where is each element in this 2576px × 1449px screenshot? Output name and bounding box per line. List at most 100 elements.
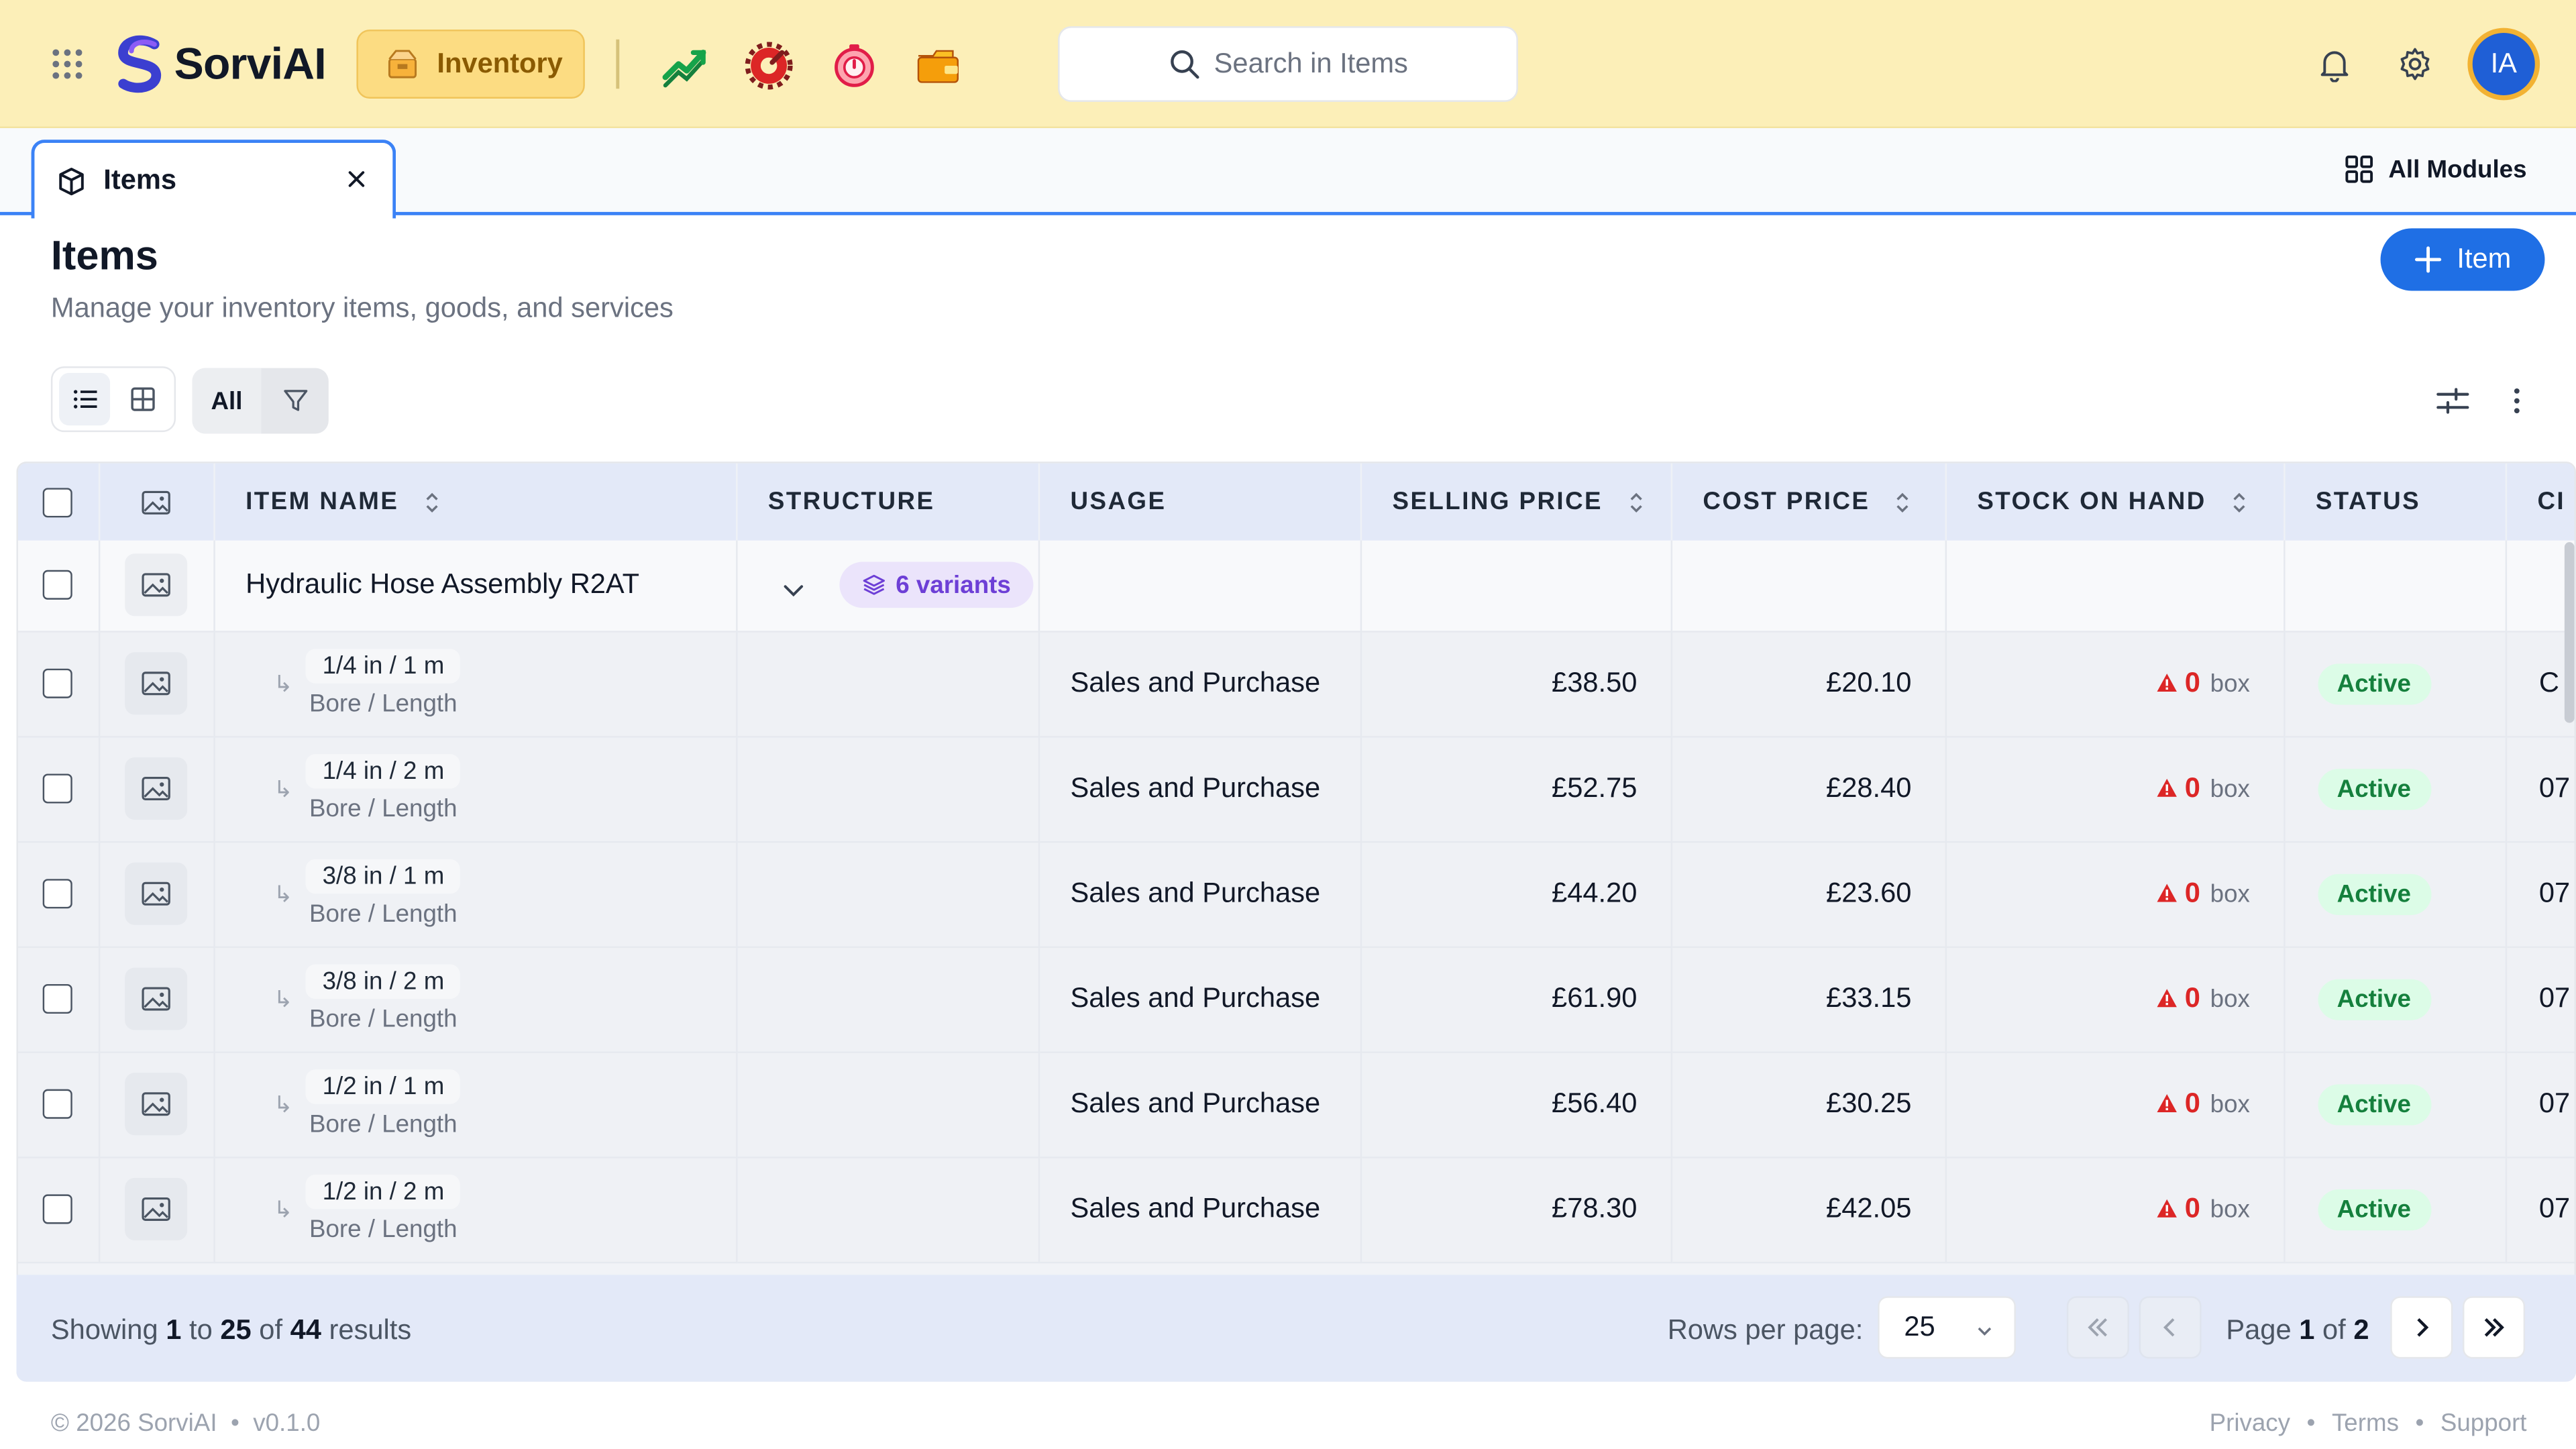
tab-items[interactable]: Items bbox=[31, 140, 396, 219]
search-box[interactable]: Search in Items bbox=[1058, 26, 1518, 102]
variant-cell[interactable]: ↳ 1/2 in / 1 m Bore / Length bbox=[213, 1051, 737, 1158]
service-gear-icon[interactable] bbox=[744, 41, 793, 90]
footer-link-privacy[interactable]: Privacy bbox=[2210, 1409, 2290, 1438]
stock-unit: box bbox=[2210, 775, 2250, 804]
row-checkbox[interactable] bbox=[43, 570, 73, 600]
column-item-name[interactable]: ITEM NAME bbox=[213, 463, 737, 541]
sort-icon[interactable] bbox=[1627, 490, 1644, 516]
list-icon bbox=[72, 390, 97, 409]
notification-bell-icon[interactable] bbox=[2316, 46, 2353, 83]
stock-cell: 0 box bbox=[1945, 946, 2285, 1053]
row-checkbox[interactable] bbox=[43, 983, 73, 1014]
table-row-variant[interactable]: ↳ 1/2 in / 1 m Bore / Length Sales and Purc… bbox=[17, 1051, 2575, 1158]
table-row-variant[interactable]: ↳ 1/2 in / 2 m Bore / Length Sales and Purc… bbox=[17, 1157, 2575, 1263]
table-row-parent[interactable]: Hydraulic Hose Assembly R2AT 6 variants bbox=[17, 540, 2575, 632]
variant-cell[interactable]: ↳ 1/4 in / 2 m Bore / Length bbox=[213, 736, 737, 843]
variant-attributes: Bore / Length bbox=[309, 690, 458, 718]
filter-all-button[interactable]: All bbox=[192, 368, 262, 434]
variants-badge[interactable]: 6 variants bbox=[840, 562, 1034, 608]
cost-price-cell: £23.60 bbox=[1670, 841, 1946, 947]
stock-unit: box bbox=[2210, 985, 2250, 1014]
extra-cell: 07 bbox=[2505, 736, 2575, 843]
stock-quantity: 0 bbox=[2184, 1192, 2200, 1224]
sort-icon[interactable] bbox=[1895, 490, 1911, 516]
app-launcher-icon[interactable] bbox=[49, 46, 85, 83]
inventory-module-pill[interactable]: Inventory bbox=[356, 30, 585, 99]
table-row-variant[interactable]: ↳ 1/4 in / 1 m Bore / Length Sales and Purc… bbox=[17, 631, 2575, 737]
column-stock-on-hand[interactable]: STOCK ON HAND bbox=[1945, 463, 2285, 541]
footer-copyright: © 2026 SorviAI • v0.1.0 bbox=[50, 1409, 321, 1438]
wallet-folder-icon[interactable] bbox=[914, 41, 963, 90]
all-modules-button[interactable]: All Modules bbox=[2344, 154, 2527, 184]
warning-icon bbox=[2157, 1094, 2177, 1112]
more-options-icon[interactable] bbox=[2499, 383, 2535, 419]
header-select-all[interactable] bbox=[17, 463, 100, 541]
usage-cell: Sales and Purchase bbox=[1038, 736, 1361, 843]
column-structure: STRUCTURE bbox=[736, 463, 1039, 541]
variant-cell[interactable]: ↳ 1/2 in / 2 m Bore / Length bbox=[213, 1157, 737, 1263]
add-item-button[interactable]: Item bbox=[2380, 228, 2545, 291]
usage-cell: Sales and Purchase bbox=[1038, 841, 1361, 947]
stock-unit: box bbox=[2210, 880, 2250, 909]
filter-button[interactable] bbox=[261, 388, 328, 414]
rows-per-page-select[interactable]: 25 bbox=[1878, 1296, 2016, 1359]
sub-item-arrow-icon: ↳ bbox=[273, 879, 293, 906]
brand-name: SorviAI bbox=[174, 38, 327, 89]
prev-page-button[interactable] bbox=[2139, 1296, 2202, 1359]
warning-icon bbox=[2157, 883, 2177, 902]
tab-bar: Items All Modules bbox=[0, 128, 2576, 219]
brand-logo[interactable]: SorviAI bbox=[112, 34, 327, 93]
status-badge: Active bbox=[2317, 1083, 2431, 1125]
close-icon[interactable] bbox=[343, 166, 370, 192]
timer-badge-icon[interactable] bbox=[830, 41, 879, 90]
search-icon bbox=[1170, 50, 1199, 79]
next-page-button[interactable] bbox=[2390, 1296, 2453, 1359]
row-checkbox[interactable] bbox=[43, 1089, 73, 1119]
selling-price-cell: £78.30 bbox=[1360, 1157, 1672, 1263]
top-header: SorviAI Inventory Search in Items IA bbox=[0, 0, 2576, 129]
first-page-button[interactable] bbox=[2066, 1296, 2129, 1359]
image-placeholder-icon bbox=[125, 553, 188, 616]
list-view-button[interactable] bbox=[59, 372, 111, 426]
variant-cell[interactable]: ↳ 3/8 in / 2 m Bore / Length bbox=[213, 946, 737, 1053]
usage-cell: Sales and Purchase bbox=[1038, 946, 1361, 1053]
grid-icon bbox=[130, 387, 154, 411]
settings-gear-icon[interactable] bbox=[2397, 46, 2433, 83]
header-divider bbox=[616, 39, 620, 89]
image-placeholder-icon bbox=[125, 652, 188, 715]
user-avatar[interactable]: IA bbox=[2467, 28, 2540, 101]
variant-cell[interactable]: ↳ 1/4 in / 1 m Bore / Length bbox=[213, 631, 737, 737]
sales-trend-icon[interactable] bbox=[660, 41, 709, 90]
column-settings-icon[interactable] bbox=[2434, 383, 2471, 419]
table-row-variant[interactable]: ↳ 3/8 in / 1 m Bore / Length Sales and Purc… bbox=[17, 841, 2575, 947]
column-cost-price[interactable]: COST PRICE bbox=[1670, 463, 1946, 541]
variant-cell[interactable]: ↳ 3/8 in / 1 m Bore / Length bbox=[213, 841, 737, 947]
sort-icon[interactable] bbox=[423, 490, 439, 516]
row-checkbox[interactable] bbox=[43, 879, 73, 909]
footer-link-terms[interactable]: Terms bbox=[2332, 1409, 2399, 1438]
parent-item-name[interactable]: Hydraulic Hose Assembly R2AT bbox=[213, 540, 737, 632]
row-checkbox[interactable] bbox=[43, 668, 73, 698]
warning-icon bbox=[2157, 1199, 2177, 1218]
vertical-scrollbar[interactable] bbox=[2564, 542, 2575, 723]
chevron-down-icon[interactable] bbox=[780, 576, 806, 602]
sorviai-logo-icon bbox=[118, 35, 161, 93]
grid-view-button[interactable] bbox=[117, 373, 168, 425]
page-title: Items bbox=[50, 233, 158, 280]
add-item-label: Item bbox=[2457, 243, 2512, 274]
row-checkbox[interactable] bbox=[43, 1194, 73, 1224]
column-selling-price[interactable]: SELLING PRICE bbox=[1360, 463, 1672, 541]
chevron-right-icon bbox=[2417, 1318, 2429, 1337]
sort-icon[interactable] bbox=[2231, 490, 2247, 516]
last-page-button[interactable] bbox=[2463, 1296, 2526, 1359]
variant-name: 1/2 in / 1 m bbox=[306, 1069, 461, 1104]
results-summary: Showing 1 to 25 of 44 results bbox=[50, 1314, 412, 1346]
chevron-left-icon bbox=[2163, 1318, 2175, 1337]
row-checkbox[interactable] bbox=[43, 773, 73, 804]
table-row-variant[interactable]: ↳ 3/8 in / 2 m Bore / Length Sales and Purc… bbox=[17, 946, 2575, 1053]
stock-quantity: 0 bbox=[2184, 877, 2200, 909]
table-row-variant[interactable]: ↳ 1/4 in / 2 m Bore / Length Sales and Purc… bbox=[17, 736, 2575, 843]
footer-link-support[interactable]: Support bbox=[2440, 1409, 2527, 1438]
select-all-checkbox[interactable] bbox=[43, 487, 73, 517]
view-toggle bbox=[50, 366, 176, 433]
